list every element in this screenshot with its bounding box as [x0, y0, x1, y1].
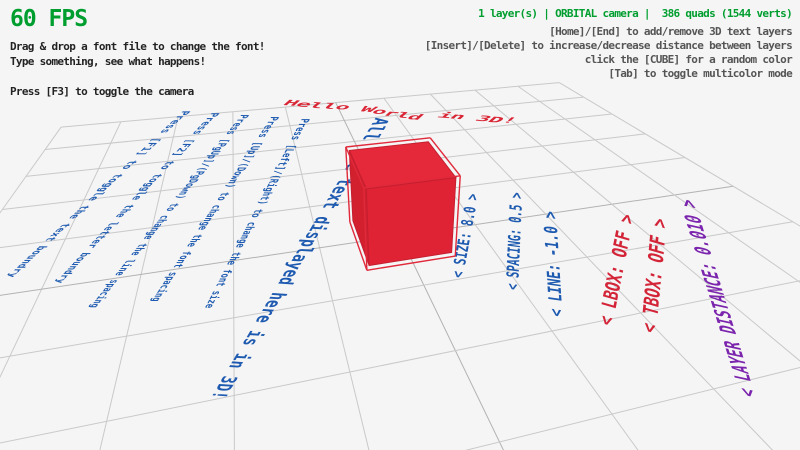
tbox-label: < TBOX: OFF > [637, 215, 672, 336]
hint-multicolor-mode: [Tab] to toggle multicolor mode [425, 67, 792, 81]
hint-drag-drop-font: Drag & drop a font file to change the fo… [10, 39, 265, 54]
status-bar: 1 layer(s) | ORBITAL camera | 386 quads … [425, 6, 792, 21]
grid-line [384, 98, 800, 450]
lbox-label: < LBOX: OFF > [593, 211, 638, 328]
grid-line [0, 407, 800, 450]
hud-right: 1 layer(s) | ORBITAL camera | 386 quads … [425, 6, 792, 81]
layer-distance-label: < LAYER DISTANCE: 0.010 > [676, 197, 763, 399]
grid-line [0, 117, 178, 450]
hint-type-something: Type something, see what happens! [10, 54, 265, 69]
text3d-demo-app: Hello World in 3D! Press [F1] to toggle t… [0, 0, 800, 450]
fps-counter: 60 FPS [10, 6, 265, 32]
hint-toggle-camera: Press [F3] to toggle the camera [10, 84, 265, 99]
hint-layer-distance: [Insert]/[Delete] to increase/decrease d… [425, 39, 792, 53]
hud-left: 60 FPS Drag & drop a font file to change… [10, 6, 265, 99]
hello-world-3d-text: Hello World in 3D! [275, 99, 522, 129]
grid-line [233, 112, 237, 450]
cube-front-face[interactable] [366, 178, 456, 266]
spacing-label: < SPACING: 0.5 > [504, 191, 527, 291]
grid-line [0, 267, 800, 450]
hint-cube-random-color: click the [CUBE] for a random color [425, 53, 792, 67]
grid-line [0, 326, 800, 450]
line-label: < LINE: -1.0 > [541, 210, 568, 318]
hint-add-remove-layers: [Home]/[End] to add/remove 3D text layer… [425, 25, 792, 39]
help-text-boundry: Press [F1] to toggle the text boundry [4, 111, 193, 278]
grid-line [26, 114, 612, 176]
